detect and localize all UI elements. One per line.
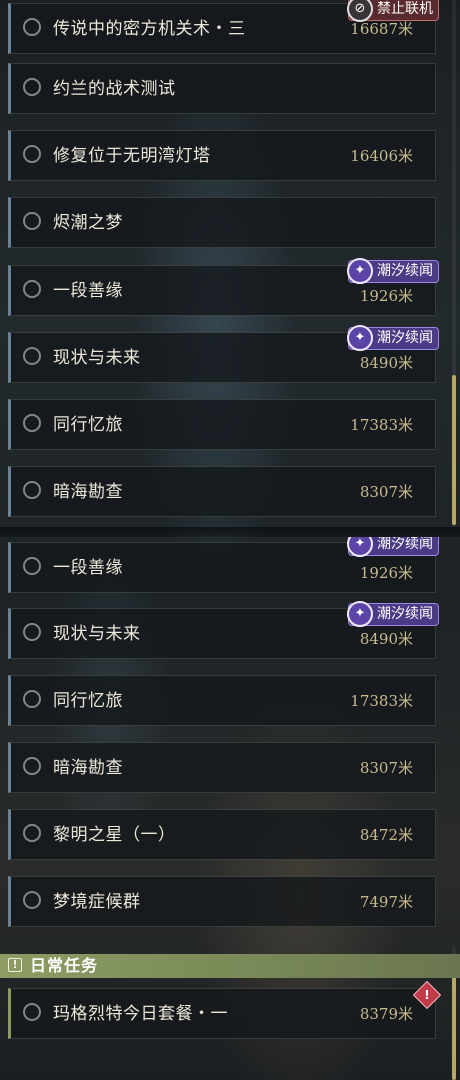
quest-item[interactable]: 同行忆旅 17383米 xyxy=(8,675,436,726)
quest-title: 黎明之星（一） xyxy=(53,825,176,845)
quest-item[interactable]: 玛格烈特今日套餐・一 8379米 ! xyxy=(8,980,442,1039)
quest-distance: 16406米 xyxy=(350,147,413,165)
tide-sparkle-icon: ✦ xyxy=(347,537,373,557)
quest-distance: 8307米 xyxy=(359,483,413,501)
quest-title: 梦境症候群 xyxy=(53,892,141,912)
quest-radio[interactable] xyxy=(23,414,41,432)
badge-label: 潮汐续闻 xyxy=(377,606,433,622)
quest-radio[interactable] xyxy=(23,481,41,499)
scrollbar-thumb[interactable] xyxy=(452,375,456,525)
quest-radio[interactable] xyxy=(23,18,41,36)
tide-story-badge: ✦ 潮汐续闻 xyxy=(347,258,439,284)
quest-distance: 8379米 xyxy=(359,1005,413,1023)
quest-radio[interactable] xyxy=(23,757,41,775)
screenshot-seam xyxy=(0,527,460,537)
quest-radio[interactable] xyxy=(23,623,41,641)
quest-radio[interactable] xyxy=(23,690,41,708)
quest-item[interactable]: 一段善缘 1926米 ✦ 潮汐续闻 xyxy=(8,537,439,593)
quest-title: 约兰的战术测试 xyxy=(53,79,176,99)
quest-title: 传说中的密方机关术・三 xyxy=(53,19,246,39)
quest-title: 一段善缘 xyxy=(53,558,123,578)
quest-item[interactable]: 现状与未来 8490米 ✦ 潮汐续闻 xyxy=(8,601,439,659)
quest-title: 修复位于无明湾灯塔 xyxy=(53,146,211,166)
quest-item[interactable]: 烬潮之梦 xyxy=(8,197,436,248)
quest-list-panel-top: 传说中的密方机关术・三 16687米 ⊘ 禁止联机 约兰的战术测试 修复位于无明… xyxy=(0,0,460,527)
exclamation-box-icon: ! xyxy=(8,958,22,972)
quest-distance: 7497米 xyxy=(359,893,413,911)
quest-distance: 8307米 xyxy=(359,759,413,777)
quest-title: 一段善缘 xyxy=(53,281,123,301)
tide-story-badge: ✦ 潮汐续闻 xyxy=(347,537,439,557)
daily-tasks-header[interactable]: ! 日常任务 xyxy=(0,954,460,978)
quest-item[interactable]: 传说中的密方机关术・三 16687米 ⊘ 禁止联机 xyxy=(8,0,439,54)
tide-sparkle-icon: ✦ xyxy=(347,258,373,284)
badge-label: 禁止联机 xyxy=(377,1,433,17)
quest-radio[interactable] xyxy=(23,212,41,230)
quest-title: 玛格烈特今日套餐・一 xyxy=(53,1004,228,1024)
quest-item[interactable]: 暗海勘查 8307米 xyxy=(8,742,436,793)
tide-story-badge: ✦ 潮汐续闻 xyxy=(347,325,439,351)
quest-radio[interactable] xyxy=(23,347,41,365)
quest-item[interactable]: 一段善缘 1926米 ✦ 潮汐续闻 xyxy=(8,258,439,316)
quest-item[interactable]: 梦境症候群 7497米 xyxy=(8,876,436,927)
quest-title: 同行忆旅 xyxy=(53,415,123,435)
quest-title: 暗海勘查 xyxy=(53,758,123,778)
quest-distance: 8472米 xyxy=(359,826,413,844)
quest-distance: 17383米 xyxy=(350,416,413,434)
quest-title: 现状与未来 xyxy=(53,348,141,368)
quest-radio[interactable] xyxy=(23,78,41,96)
quest-radio[interactable] xyxy=(23,557,41,575)
quest-item[interactable]: 现状与未来 8490米 ✦ 潮汐续闻 xyxy=(8,325,439,383)
quest-radio[interactable] xyxy=(23,1003,41,1021)
section-title: 日常任务 xyxy=(30,956,99,975)
badge-label: 潮汐续闻 xyxy=(377,263,433,279)
quest-item[interactable]: 修复位于无明湾灯塔 16406米 xyxy=(8,130,436,181)
badge-label: 潮汐续闻 xyxy=(377,330,433,346)
quest-item[interactable]: 约兰的战术测试 xyxy=(8,63,436,114)
no-coop-icon: ⊘ xyxy=(347,0,373,22)
tide-sparkle-icon: ✦ xyxy=(347,325,373,351)
quest-title: 同行忆旅 xyxy=(53,691,123,711)
quest-radio[interactable] xyxy=(23,824,41,842)
quest-item[interactable]: 同行忆旅 17383米 xyxy=(8,399,436,450)
quest-title: 烬潮之梦 xyxy=(53,213,123,233)
badge-label: 潮汐续闻 xyxy=(377,537,433,552)
quest-title: 暗海勘查 xyxy=(53,482,123,502)
quest-radio[interactable] xyxy=(23,891,41,909)
quest-item[interactable]: 黎明之星（一） 8472米 xyxy=(8,809,436,860)
quest-title: 现状与未来 xyxy=(53,624,141,644)
quest-distance: 17383米 xyxy=(350,692,413,710)
tide-sparkle-icon: ✦ xyxy=(347,601,373,627)
quest-radio[interactable] xyxy=(23,280,41,298)
quest-radio[interactable] xyxy=(23,145,41,163)
quest-item[interactable]: 暗海勘查 8307米 xyxy=(8,466,436,517)
tide-story-badge: ✦ 潮汐续闻 xyxy=(347,601,439,627)
scrollbar-thumb[interactable] xyxy=(452,965,456,1080)
scrollbar-track[interactable] xyxy=(452,0,456,527)
no-coop-badge: ⊘ 禁止联机 xyxy=(347,0,439,22)
